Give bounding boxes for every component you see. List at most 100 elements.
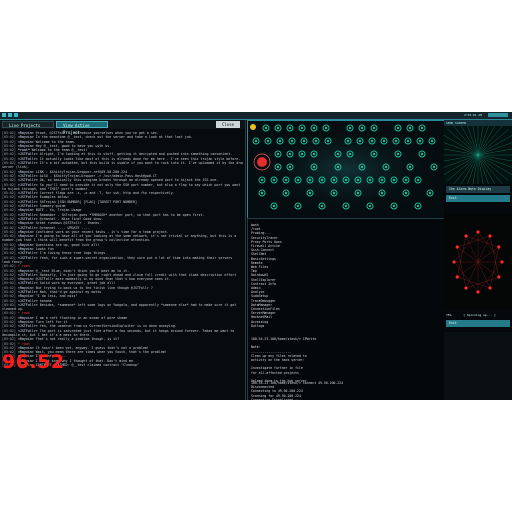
network-node-core <box>370 139 374 143</box>
trace-node-icon <box>476 290 480 294</box>
visualizer-ray <box>477 154 512 168</box>
visualizer-ray <box>477 154 503 184</box>
network-node-core <box>392 178 396 182</box>
visualizer-ray <box>444 142 479 156</box>
network-node-core <box>278 139 282 143</box>
trace-node-icon <box>500 260 504 264</box>
network-node-core <box>314 139 318 143</box>
network-node-core <box>430 139 434 143</box>
network-node-core <box>344 204 348 208</box>
network-node-core <box>290 139 294 143</box>
network-node-core <box>360 126 364 130</box>
network-node-core <box>288 126 292 130</box>
countdown-timer: 96.52 <box>2 351 65 373</box>
network-node-core <box>320 178 324 182</box>
network-node-core <box>372 126 376 130</box>
network-node-core <box>406 139 410 143</box>
network-node-core <box>326 139 330 143</box>
network-node-core <box>320 204 324 208</box>
chat-line: [05:02] <JSTFollr> Besides, *someone* le… <box>2 302 237 307</box>
terminal-line: Outlogs <box>251 323 265 328</box>
network-node-core <box>276 152 280 156</box>
trace-visualizer <box>444 214 512 310</box>
tab-live-projects[interactable]: Live Projects <box>2 121 54 128</box>
network-node-core <box>392 204 396 208</box>
network-node-core <box>312 152 316 156</box>
settings-icon[interactable] <box>8 113 12 117</box>
network-map-graphic <box>248 121 444 218</box>
network-node-core <box>416 178 420 182</box>
network-node-core <box>260 191 264 195</box>
terminal[interactable]: bash/root Probing... SecurityTracer Proxy P… <box>247 218 445 400</box>
exit-button-2[interactable]: Exit <box>446 320 510 327</box>
top-bar: 2:50:01 AM <box>0 112 512 120</box>
tab-bar: Live Projects View Active Project Close <box>0 120 245 135</box>
network-node-core <box>380 178 384 182</box>
top-action-button[interactable] <box>488 113 508 117</box>
trace-node-icon <box>452 260 456 264</box>
network-node-core <box>346 139 350 143</box>
network-node-core <box>372 152 376 156</box>
network-node-core <box>348 152 352 156</box>
network-node-core <box>360 165 364 169</box>
trace-node-icon <box>464 286 468 290</box>
network-node-core <box>348 126 352 130</box>
trace-node-icon <box>497 245 501 249</box>
network-node-core <box>312 126 316 130</box>
network-node-core <box>416 204 420 208</box>
network-node-core <box>432 165 436 169</box>
network-node-core <box>404 191 408 195</box>
empty-panel <box>444 332 512 400</box>
network-node-core <box>420 126 424 130</box>
close-button[interactable]: Close <box>216 121 240 128</box>
network-node-core <box>368 178 372 182</box>
right-column: SEND SCREEN Ihe Alarm Note Display Exit … <box>444 120 512 400</box>
terminal-file-list: bash/root Probing... SecurityTracer Proxy P… <box>248 223 444 328</box>
trace-node-icon <box>476 230 480 234</box>
network-node-core <box>288 152 292 156</box>
network-node-core <box>332 191 336 195</box>
network-node-core <box>396 126 400 130</box>
visualizer-ray <box>477 142 512 156</box>
visualizer-panel <box>444 126 512 184</box>
status-text: [ Spinning up... ] <box>463 313 496 317</box>
visualizer-ray <box>453 154 479 184</box>
terminal-notes: 100.54.23.100/home/stash/> IPWrite Note:… <box>248 337 444 383</box>
mail-icon[interactable] <box>14 113 18 117</box>
status-percent: 75% <box>446 313 452 317</box>
network-node-core <box>382 139 386 143</box>
network-node-core <box>276 165 280 169</box>
network-node-core <box>296 178 300 182</box>
network-node-core <box>266 139 270 143</box>
network-node-core <box>396 152 400 156</box>
network-node-core <box>428 191 432 195</box>
terminal-line: Connection Established :: <box>251 397 299 400</box>
menu-icon[interactable] <box>2 113 6 117</box>
tab-view-active-project[interactable]: View Active Project <box>56 121 108 135</box>
network-node-core <box>284 178 288 182</box>
network-node-core <box>288 165 292 169</box>
network-node-core <box>420 152 424 156</box>
game-screen: 2:50:01 AM Live Projects View Active Pro… <box>0 112 512 400</box>
network-node-core <box>264 126 268 130</box>
network-map[interactable] <box>247 120 445 219</box>
irc-panel: Live Projects View Active Project Close … <box>0 120 246 400</box>
visualizer-ray <box>444 154 479 168</box>
trace-node-icon <box>497 275 501 279</box>
trace-node-icon <box>455 245 459 249</box>
network-node-core <box>272 178 276 182</box>
home-node-icon[interactable] <box>250 124 256 130</box>
network-node-core <box>308 178 312 182</box>
network-node-core <box>308 191 312 195</box>
status-row: 75% [ Spinning up... ] <box>446 312 510 318</box>
clock: 2:50:01 AM <box>463 113 482 117</box>
exit-button-1[interactable]: Exit <box>446 195 510 202</box>
network-node-core <box>312 165 316 169</box>
network-node-core <box>296 204 300 208</box>
network-node-core <box>300 152 304 156</box>
network-node-core <box>408 165 412 169</box>
network-node-core <box>384 165 388 169</box>
network-node-core <box>336 152 340 156</box>
chat-line: [05:02] <JSTFollr> Yeah, for such a supe… <box>2 255 233 260</box>
active-node-icon[interactable] <box>257 157 267 167</box>
